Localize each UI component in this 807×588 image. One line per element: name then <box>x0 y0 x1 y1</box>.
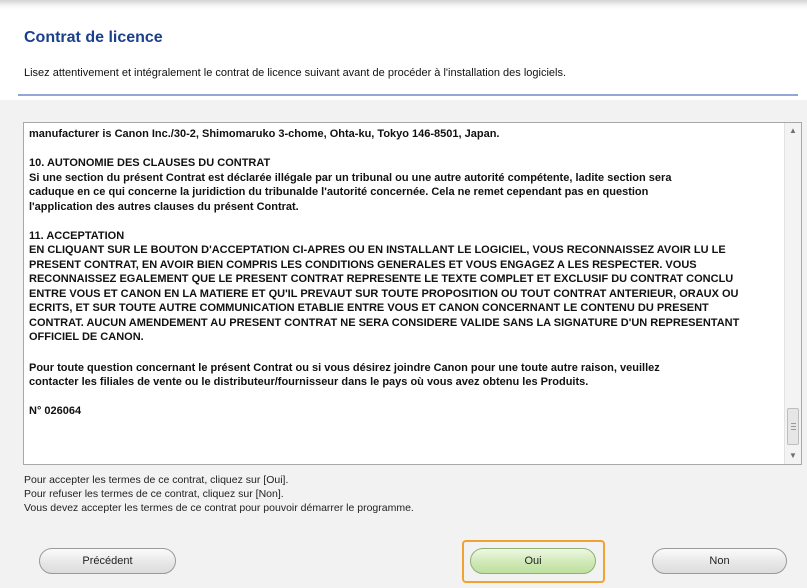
scroll-down-icon[interactable]: ▼ <box>785 448 801 464</box>
grip-line <box>791 423 796 424</box>
instructions: Pour accepter les termes de ce contrat, … <box>24 473 414 515</box>
license-line: manufacturer is Canon Inc./30-2, Shimoma… <box>29 128 500 140</box>
license-line: l'application des autres clauses du prés… <box>29 200 299 213</box>
vertical-scrollbar[interactable]: ▲ ▼ <box>784 123 801 464</box>
license-dialog: Contrat de licence Lisez attentivement e… <box>0 0 807 588</box>
page-title: Contrat de licence <box>24 29 163 46</box>
grip-line <box>791 429 796 430</box>
instruction-required: Vous devez accepter les termes de ce con… <box>24 502 414 514</box>
scroll-thumb[interactable] <box>787 408 799 445</box>
license-text-box[interactable]: manufacturer is Canon Inc./30-2, Shimoma… <box>23 122 802 465</box>
instruction-accept: Pour accepter les termes de ce contrat, … <box>24 474 289 486</box>
top-shadow <box>0 0 807 9</box>
license-line: 11. ACCEPTATION <box>29 229 125 242</box>
scroll-up-icon[interactable]: ▲ <box>785 123 801 139</box>
license-line: PRESENT CONTRAT, EN AVOIR BIEN COMPRIS L… <box>29 258 697 271</box>
license-line: 10. AUTONOMIE DES CLAUSES DU CONTRAT <box>29 157 271 169</box>
license-content: manufacturer is Canon Inc./30-2, Shimoma… <box>29 127 781 419</box>
license-line: ECRITS, ET SUR TOUTE AUTRE COMMUNICATION… <box>29 302 709 314</box>
intro-text: Lisez attentivement et intégralement le … <box>24 67 567 79</box>
header-separator <box>18 94 798 96</box>
license-line: contacter les filiales de vente ou le di… <box>29 376 589 388</box>
license-line: Pour toute question concernant le présen… <box>29 361 660 374</box>
previous-button[interactable]: Précédent <box>39 548 176 574</box>
license-line: ENTRE VOUS ET CANON EN LA MATIERE ET QU'… <box>29 287 739 300</box>
license-line: EN CLIQUANT SUR LE BOUTON D'ACCEPTATION … <box>29 244 726 256</box>
no-button[interactable]: Non <box>652 548 787 574</box>
instruction-refuse: Pour refuser les termes de ce contrat, c… <box>24 488 284 500</box>
license-line: N° 026064 <box>29 405 82 417</box>
header: Contrat de licence Lisez attentivement e… <box>0 9 807 100</box>
license-line: Si une section du présent Contrat est dé… <box>29 171 672 184</box>
grip-line <box>791 426 796 427</box>
license-line: RECONNAISSEZ EGALEMENT QUE LE PRESENT CO… <box>29 273 734 285</box>
license-line: OFFICIEL DE CANON. <box>29 331 144 343</box>
body-area: manufacturer is Canon Inc./30-2, Shimoma… <box>0 100 807 588</box>
license-line: caduque en ce qui concerne la juridictio… <box>29 186 649 198</box>
yes-button[interactable]: Oui <box>470 548 596 574</box>
license-line: CONTRAT. AUCUN AMENDEMENT AU PRESENT CON… <box>29 316 740 329</box>
